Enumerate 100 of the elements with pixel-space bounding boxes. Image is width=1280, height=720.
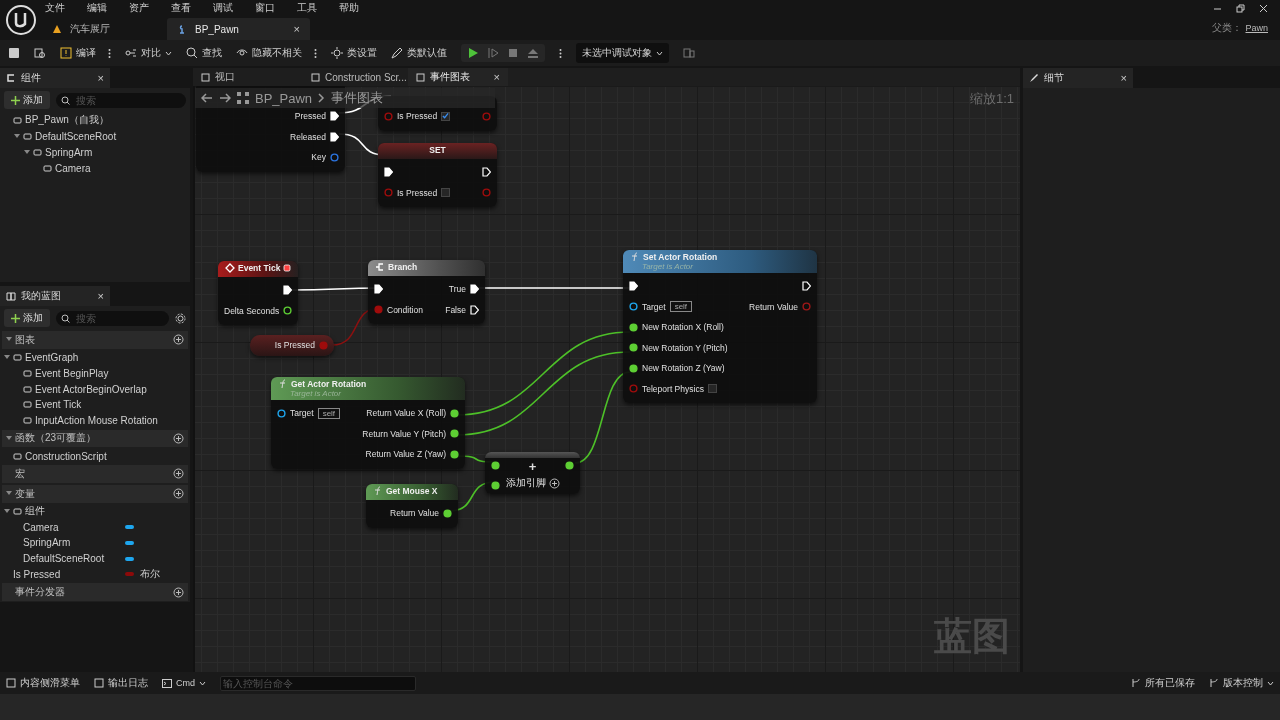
data-pin-icon[interactable] <box>450 429 459 439</box>
data-pin-icon[interactable] <box>491 481 500 490</box>
close-panel-button[interactable]: × <box>97 72 104 84</box>
section-header[interactable]: 变量 <box>2 484 188 503</box>
search-input[interactable]: 搜索 <box>74 311 164 325</box>
data-pin-icon[interactable] <box>443 508 452 518</box>
menu-item[interactable]: 窗口 <box>255 1 275 15</box>
close-panel-button[interactable]: × <box>97 290 104 302</box>
data-pin-icon[interactable] <box>629 363 638 373</box>
graph-tab[interactable]: Construction Scr... <box>303 68 408 86</box>
exec-pin-icon[interactable] <box>374 284 383 295</box>
close-icon[interactable] <box>1259 3 1268 13</box>
graph-node[interactable]: Branch True Condition False <box>368 260 485 324</box>
search-field[interactable]: 搜索 <box>56 310 169 326</box>
cmd-dropdown[interactable]: Cmd <box>162 678 206 688</box>
close-tab-button[interactable]: × <box>293 23 300 35</box>
tree-item[interactable]: Camera <box>55 162 91 174</box>
forward-icon[interactable] <box>219 93 231 103</box>
data-pin-icon[interactable] <box>450 408 459 418</box>
section-header[interactable]: 图表 <box>2 331 188 349</box>
pin-checkbox[interactable] <box>707 384 717 394</box>
add-button[interactable]: 添加 <box>4 309 50 327</box>
restore-icon[interactable] <box>1236 3 1245 13</box>
data-pin-icon[interactable] <box>330 152 339 162</box>
tree-item[interactable]: DefaultSceneRoot <box>35 130 117 142</box>
debug-icon[interactable] <box>683 47 695 59</box>
exec-pin-icon[interactable] <box>330 131 339 142</box>
add-circle-icon[interactable] <box>173 468 184 480</box>
expand-arrow-icon[interactable] <box>4 355 10 361</box>
settings-icon[interactable] <box>175 312 186 324</box>
data-pin-icon[interactable] <box>491 461 500 470</box>
save-icon[interactable] <box>8 47 20 59</box>
default-value-field[interactable]: self <box>669 301 693 313</box>
tree-item[interactable]: SpringArm <box>23 537 71 549</box>
expand-arrow-icon[interactable] <box>24 149 30 155</box>
graph-node[interactable]: Get Actor Rotation Target is Actor Target self Return Value X (Roll) Return Value Y (Pitch) Return Value Z (Yaw) <box>271 377 465 469</box>
graph-tab[interactable]: 视口 <box>193 68 303 86</box>
tree-item[interactable]: SpringArm <box>45 146 93 158</box>
data-pin-icon[interactable] <box>283 306 293 316</box>
close-tab-button[interactable]: × <box>493 71 500 83</box>
toolbar-button[interactable]: 类设置 <box>331 46 377 60</box>
add-circle-icon[interactable] <box>173 334 184 346</box>
tree-item[interactable]: Event Tick <box>35 399 82 411</box>
toolbar-button[interactable]: 隐藏不相关 <box>236 46 317 60</box>
play-icon[interactable] <box>467 47 479 59</box>
graph-node[interactable]: Set Actor Rotation Target is Actor Target self Return Value New Rotation X (Roll) New Rotation Y (Pitch) New Rotation Z (Yaw) Teleport Physics <box>623 250 817 403</box>
search-input[interactable]: 搜索 <box>74 93 181 107</box>
data-pin-icon[interactable] <box>629 343 638 353</box>
tree-item[interactable]: 组件 <box>25 504 45 519</box>
more-icon[interactable] <box>108 47 111 59</box>
menu-item[interactable]: 资产 <box>129 1 149 15</box>
default-value-field[interactable]: self <box>317 407 341 419</box>
close-panel-button[interactable]: × <box>1120 72 1127 84</box>
data-pin-icon[interactable] <box>277 408 286 418</box>
add-circle-icon[interactable] <box>173 488 184 500</box>
add-button[interactable]: 添加 <box>4 91 50 109</box>
search-field[interactable]: 搜索 <box>56 92 186 108</box>
toolbar-button[interactable]: 编译 <box>60 46 111 60</box>
menu-item[interactable]: 帮助 <box>339 1 359 15</box>
debug-object-dropdown[interactable]: 未选中调试对象 <box>576 43 669 63</box>
add-circle-icon[interactable] <box>548 477 560 489</box>
step-icon[interactable] <box>487 47 499 59</box>
graph-canvas[interactable] <box>193 86 1020 672</box>
toolbar-button[interactable]: 类默认值 <box>391 46 447 60</box>
exec-pin-icon[interactable] <box>470 304 479 315</box>
tree-item[interactable]: BP_Pawn（自我） <box>25 113 109 127</box>
expand-arrow-icon[interactable] <box>6 435 12 441</box>
toolbar-button[interactable]: 对比 <box>125 46 172 60</box>
more-icon[interactable] <box>314 47 317 59</box>
status-button[interactable]: 输出日志 <box>94 676 148 690</box>
tree-item[interactable]: ConstructionScript <box>25 450 107 462</box>
data-pin-icon[interactable] <box>450 449 459 459</box>
pin-checkbox[interactable] <box>441 188 451 198</box>
expand-arrow-icon[interactable] <box>6 337 12 343</box>
document-tab[interactable]: 汽车展厅 <box>42 18 167 40</box>
exec-pin-icon[interactable] <box>384 167 393 178</box>
variable-node[interactable]: Is Pressed <box>250 335 334 356</box>
eject-icon[interactable] <box>527 47 539 59</box>
graph-node[interactable]: SET Is Pressed <box>378 143 497 207</box>
browse-icon[interactable] <box>34 47 46 59</box>
more-icon[interactable] <box>559 47 562 59</box>
section-header[interactable]: 事件分发器 <box>2 583 188 602</box>
console-input[interactable]: 输入控制台命令 <box>220 675 416 691</box>
add-circle-icon[interactable] <box>173 586 184 598</box>
graph-node[interactable]: + 添加引脚 <box>485 452 580 494</box>
menu-item[interactable]: 编辑 <box>87 1 107 15</box>
expand-arrow-icon[interactable] <box>4 508 10 514</box>
menu-item[interactable]: 文件 <box>45 1 65 15</box>
data-pin-icon[interactable] <box>565 461 574 470</box>
exec-pin-icon[interactable] <box>470 284 479 295</box>
exec-pin-icon[interactable] <box>802 281 811 292</box>
pin-checkbox[interactable] <box>441 111 451 121</box>
menu-item[interactable]: 调试 <box>213 1 233 15</box>
graph-tab[interactable]: 事件图表 × <box>408 68 508 86</box>
expand-arrow-icon[interactable] <box>6 491 12 497</box>
tree-item[interactable]: Is Pressed <box>13 568 61 580</box>
back-icon[interactable] <box>201 93 213 103</box>
expand-arrow-icon[interactable] <box>14 133 20 139</box>
toolbar-button[interactable]: 查找 <box>186 46 222 60</box>
parent-class-link[interactable]: Pawn <box>1245 23 1268 33</box>
